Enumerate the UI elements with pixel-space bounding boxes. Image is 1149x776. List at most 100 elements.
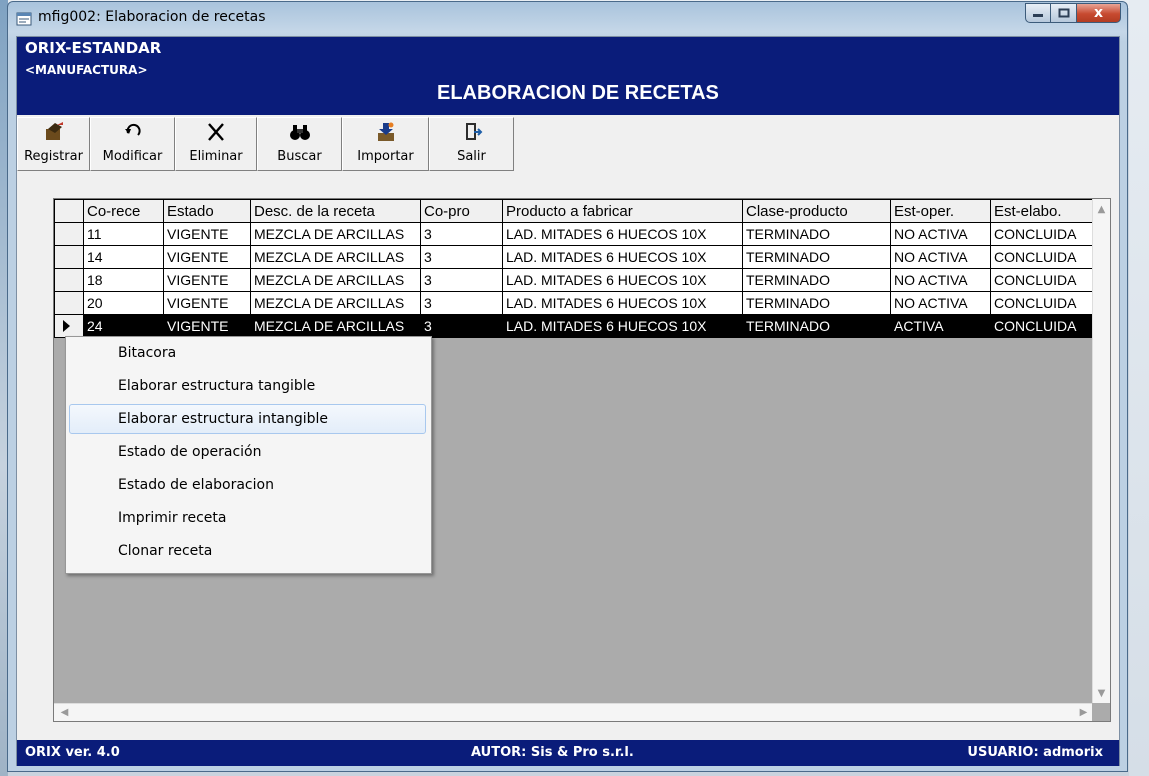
register-icon: [45, 122, 63, 140]
table-cell[interactable]: 3: [420, 245, 503, 269]
status-bar: ORIX ver. 4.0 AUTOR: Sis & Pro s.r.l. US…: [17, 740, 1119, 766]
column-header[interactable]: Clase-producto: [742, 199, 891, 223]
table-cell[interactable]: NO ACTIVA: [890, 268, 991, 292]
table-cell[interactable]: TERMINADO: [742, 245, 891, 269]
scroll-down-arrow-icon[interactable]: ▼: [1093, 685, 1110, 702]
menu-item-bitacora[interactable]: Bitacora: [69, 338, 426, 368]
table-cell[interactable]: TERMINADO: [742, 222, 891, 246]
company-name: ORIX-ESTANDAR: [25, 39, 162, 57]
menu-item-estado-operacion[interactable]: Estado de operación: [69, 437, 426, 467]
table-cell[interactable]: VIGENTE: [163, 222, 251, 246]
row-indicator[interactable]: [54, 314, 84, 338]
table-cell[interactable]: LAD. MITADES 6 HUECOS 10X: [502, 268, 743, 292]
table-row[interactable]: 18 VIGENTE MEZCLA DE ARCILLAS 3 LAD. MIT…: [54, 268, 1095, 292]
menu-item-estado-elaboracion[interactable]: Estado de elaboracion: [69, 470, 426, 500]
column-header[interactable]: Co-pro: [420, 199, 503, 223]
scroll-up-arrow-icon[interactable]: ▲: [1093, 201, 1110, 218]
scroll-left-arrow-icon[interactable]: ◀: [56, 704, 73, 721]
eliminar-button[interactable]: Eliminar: [175, 117, 257, 171]
table-row[interactable]: 20 VIGENTE MEZCLA DE ARCILLAS 3 LAD. MIT…: [54, 291, 1095, 315]
table-cell[interactable]: VIGENTE: [163, 245, 251, 269]
importar-button[interactable]: Importar: [342, 117, 429, 171]
table-cell[interactable]: CONCLUIDA: [990, 245, 1095, 269]
table-cell[interactable]: MEZCLA DE ARCILLAS: [250, 245, 421, 269]
table-cell[interactable]: MEZCLA DE ARCILLAS: [250, 314, 421, 338]
menu-item-clonar-receta[interactable]: Clonar receta: [69, 536, 426, 566]
table-cell[interactable]: TERMINADO: [742, 291, 891, 315]
table-cell[interactable]: LAD. MITADES 6 HUECOS 10X: [502, 291, 743, 315]
salir-button[interactable]: Salir: [429, 117, 514, 171]
row-indicator[interactable]: [54, 222, 84, 246]
table-cell[interactable]: TERMINADO: [742, 268, 891, 292]
table-cell[interactable]: NO ACTIVA: [890, 291, 991, 315]
column-header[interactable]: Desc. de la receta: [250, 199, 421, 223]
column-header[interactable]: Producto a fabricar: [502, 199, 743, 223]
table-cell[interactable]: ACTIVA: [890, 314, 991, 338]
column-header[interactable]: Est-elabo.: [990, 199, 1095, 223]
table-cell[interactable]: VIGENTE: [163, 291, 251, 315]
table-cell[interactable]: 3: [420, 222, 503, 246]
row-indicator[interactable]: [54, 291, 84, 315]
table-cell[interactable]: NO ACTIVA: [890, 222, 991, 246]
table-cell[interactable]: NO ACTIVA: [890, 245, 991, 269]
table-cell[interactable]: 3: [420, 291, 503, 315]
column-header[interactable]: Co-rece: [83, 199, 164, 223]
close-icon: x: [1093, 5, 1104, 21]
delete-x-icon: [208, 123, 224, 141]
eliminar-label: Eliminar: [189, 149, 243, 164]
table-cell[interactable]: 11: [83, 222, 164, 246]
context-menu: Bitacora Elaborar estructura tangible El…: [65, 336, 432, 574]
user-text: USUARIO: admorix: [967, 745, 1103, 760]
menu-item-imprimir-receta[interactable]: Imprimir receta: [69, 503, 426, 533]
vertical-scrollbar[interactable]: ▲ ▼: [1092, 199, 1110, 704]
table-cell[interactable]: MEZCLA DE ARCILLAS: [250, 222, 421, 246]
minimize-button[interactable]: [1025, 3, 1051, 23]
table-row-selected[interactable]: 24 VIGENTE MEZCLA DE ARCILLAS 3 LAD. MIT…: [54, 314, 1095, 338]
maximize-button[interactable]: [1051, 3, 1077, 23]
menu-item-estructura-tangible[interactable]: Elaborar estructura tangible: [69, 371, 426, 401]
toolbar: Registrar Modificar Eliminar Buscar Impo…: [17, 117, 514, 171]
table-cell[interactable]: LAD. MITADES 6 HUECOS 10X: [502, 222, 743, 246]
table-cell[interactable]: 20: [83, 291, 164, 315]
menu-item-estructura-intangible[interactable]: Elaborar estructura intangible: [69, 404, 426, 434]
table-cell[interactable]: VIGENTE: [163, 314, 251, 338]
row-indicator[interactable]: [54, 245, 84, 269]
recipes-table: Co-rece Estado Desc. de la receta Co-pro…: [54, 199, 1095, 338]
close-button[interactable]: x: [1077, 3, 1121, 23]
table-cell[interactable]: CONCLUIDA: [990, 268, 1095, 292]
undo-arrow-icon: [124, 123, 141, 136]
table-cell[interactable]: LAD. MITADES 6 HUECOS 10X: [502, 314, 743, 338]
table-row[interactable]: 11 VIGENTE MEZCLA DE ARCILLAS 3 LAD. MIT…: [54, 222, 1095, 246]
author-text: AUTOR: Sis & Pro s.r.l.: [471, 745, 634, 760]
row-indicator-header: [54, 199, 84, 223]
title-bar[interactable]: mfig002: Elaboracion de recetas x: [8, 2, 1127, 36]
table-cell[interactable]: CONCLUIDA: [990, 314, 1095, 338]
horizontal-scrollbar[interactable]: ◀ ▶: [54, 703, 1094, 721]
table-cell[interactable]: 14: [83, 245, 164, 269]
table-cell[interactable]: LAD. MITADES 6 HUECOS 10X: [502, 245, 743, 269]
table-cell[interactable]: TERMINADO: [742, 314, 891, 338]
table-cell[interactable]: 3: [420, 268, 503, 292]
column-header[interactable]: Est-oper.: [890, 199, 991, 223]
table-cell[interactable]: MEZCLA DE ARCILLAS: [250, 291, 421, 315]
table-cell[interactable]: CONCLUIDA: [990, 222, 1095, 246]
buscar-button[interactable]: Buscar: [257, 117, 342, 171]
scroll-right-arrow-icon[interactable]: ▶: [1075, 704, 1092, 721]
column-header[interactable]: Estado: [163, 199, 251, 223]
modificar-label: Modificar: [102, 149, 163, 164]
page-title: ELABORACION DE RECETAS: [437, 82, 719, 104]
table-cell[interactable]: 18: [83, 268, 164, 292]
table-cell[interactable]: VIGENTE: [163, 268, 251, 292]
table-row[interactable]: 14 VIGENTE MEZCLA DE ARCILLAS 3 LAD. MIT…: [54, 245, 1095, 269]
table-cell[interactable]: 3: [420, 314, 503, 338]
table-cell[interactable]: CONCLUIDA: [990, 291, 1095, 315]
registrar-button[interactable]: Registrar: [17, 117, 90, 171]
table-cell[interactable]: MEZCLA DE ARCILLAS: [250, 268, 421, 292]
table-cell[interactable]: 24: [83, 314, 164, 338]
modificar-button[interactable]: Modificar: [90, 117, 175, 171]
window-controls: x: [1025, 3, 1121, 23]
minimize-icon: [1033, 14, 1043, 17]
registrar-label: Registrar: [24, 149, 83, 164]
desktop-right-edge: [1129, 0, 1149, 776]
row-indicator[interactable]: [54, 268, 84, 292]
